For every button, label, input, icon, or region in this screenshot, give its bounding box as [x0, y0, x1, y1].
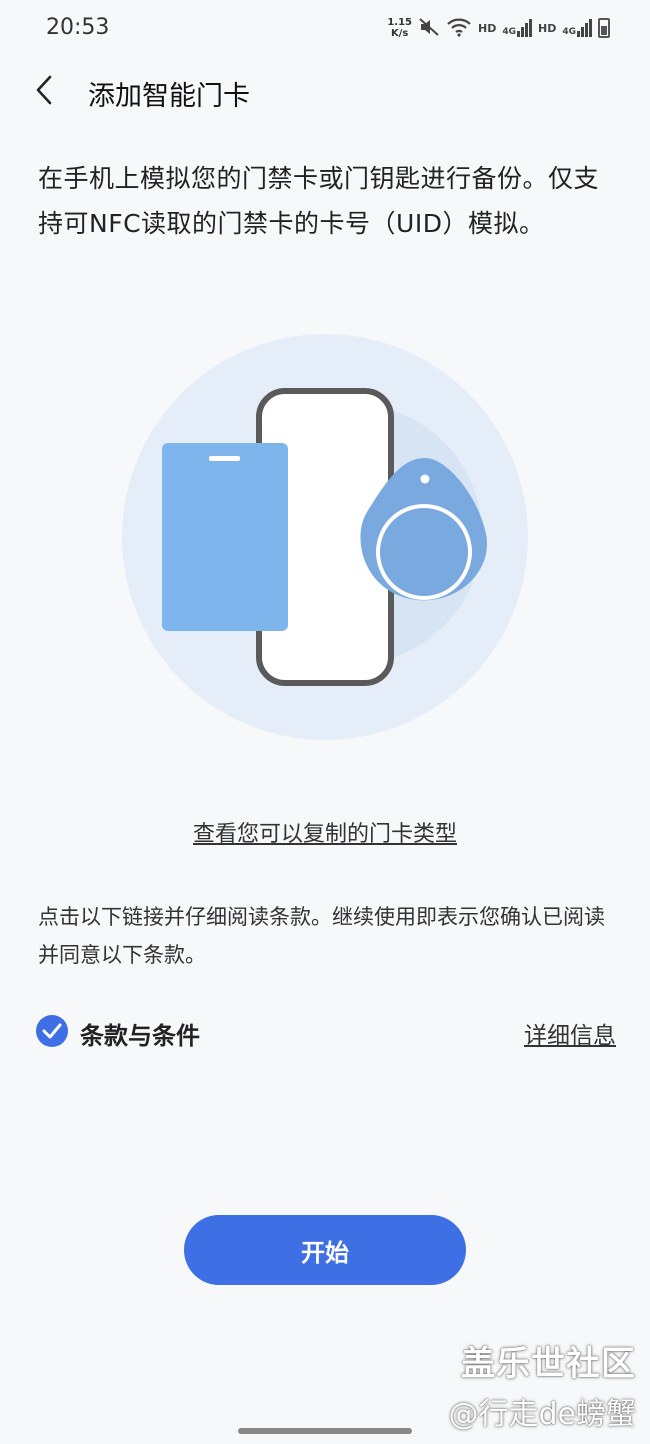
checkmark-icon: [42, 1023, 62, 1039]
header: 添加智能门卡: [0, 60, 650, 120]
watermark: 盖乐世社区 @行走de螃蟹: [449, 1336, 637, 1433]
signal-bars-1: [517, 19, 532, 37]
network-type-2: 4G: [562, 27, 576, 37]
key-fob-hole: [420, 474, 430, 484]
home-indicator[interactable]: [238, 1428, 412, 1434]
page-title: 添加智能门卡: [88, 81, 250, 112]
hd-label-2: HD: [538, 21, 557, 35]
network-speed-unit: K/s: [390, 28, 409, 39]
chevron-left-icon: [36, 75, 52, 105]
battery-icon: [598, 18, 610, 38]
terms-label: 条款与条件: [80, 1022, 200, 1050]
status-time: 20:53: [46, 15, 110, 40]
signal-bars-2: [577, 19, 592, 37]
mute-vibrate-icon: [418, 17, 440, 40]
intro-text: 在手机上模拟您的门禁卡或门钥匙进行备份。仅支持可NFC读取的门禁卡的卡号（UID…: [38, 164, 600, 238]
network-type-1: 4G: [502, 27, 516, 37]
back-button[interactable]: [22, 68, 66, 112]
wifi-icon: [446, 17, 472, 40]
terms-checkbox[interactable]: [36, 1015, 68, 1047]
door-card-illustration: [122, 334, 528, 740]
signal-icon-1: 4G: [502, 19, 532, 37]
status-bar: 20:53 1.15 K/s HD 4G HD 4G: [0, 0, 650, 56]
terms-note: 点击以下链接并仔细阅读条款。继续使用即表示您确认已阅读并同意以下条款。: [38, 905, 605, 967]
status-icons: 1.15 K/s HD 4G HD 4G: [387, 14, 610, 42]
signal-icon-2: 4G: [562, 19, 592, 37]
network-speed: 1.15 K/s: [387, 17, 412, 39]
network-speed-value: 1.15: [387, 17, 412, 28]
hd-label-1: HD: [478, 21, 497, 35]
details-link[interactable]: 详细信息: [524, 1016, 616, 1050]
start-button[interactable]: 开始: [184, 1215, 466, 1285]
card-types-link[interactable]: 查看您可以复制的门卡类型: [0, 816, 650, 848]
access-card-icon: [162, 443, 288, 631]
watermark-line-1: 盖乐世社区: [461, 1344, 636, 1384]
card-slot: [209, 456, 240, 461]
terms-row: 条款与条件 详细信息: [36, 1010, 616, 1054]
watermark-line-2: @行走de螃蟹: [448, 1397, 637, 1432]
